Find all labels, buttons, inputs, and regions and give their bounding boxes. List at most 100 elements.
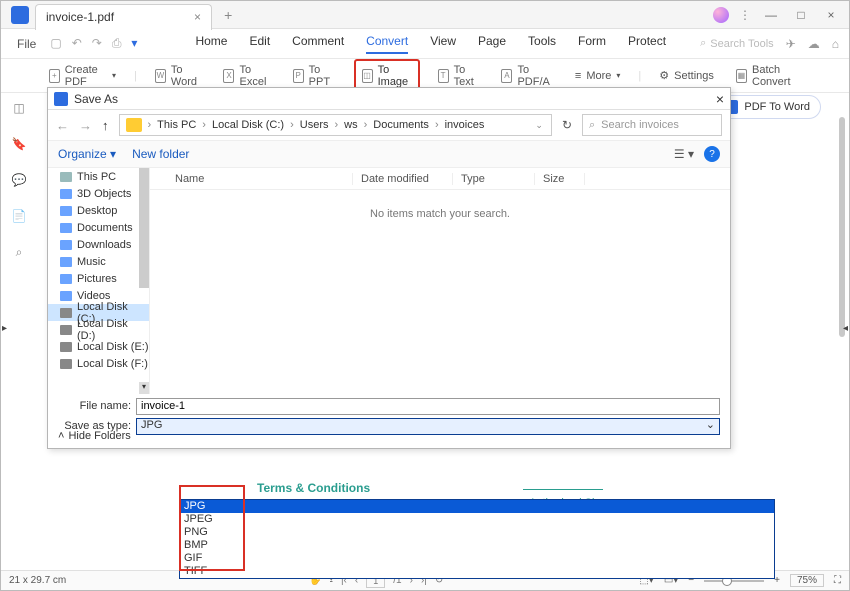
expand-right-icon[interactable]: ◂ (843, 323, 848, 334)
forward-button[interactable]: → (79, 118, 92, 133)
zoom-value[interactable]: 75% (790, 574, 824, 587)
option-bmp[interactable]: BMP (180, 539, 774, 552)
save-type-dropdown[interactable]: JPG JPEG PNG BMP GIF TIFF (179, 499, 775, 579)
tree-pictures[interactable]: Pictures (48, 270, 149, 287)
comment-panel-icon[interactable]: 💬 (12, 173, 27, 187)
tab-tools[interactable]: Tools (528, 34, 556, 54)
menu-row: File ▢ ↶ ↷ ⎙ ▾ Home Edit Comment Convert… (1, 29, 849, 59)
tree-this-pc[interactable]: This PC (48, 168, 149, 185)
tree-downloads[interactable]: Downloads (48, 236, 149, 253)
dropdown-icon[interactable]: ▾ (131, 36, 137, 51)
cloud-icon[interactable]: ☁ (808, 37, 820, 51)
tab-label: invoice-1.pdf (46, 10, 114, 24)
tree-documents[interactable]: Documents (48, 219, 149, 236)
search-field[interactable]: ⌕ Search invoices (582, 114, 722, 136)
expand-left-icon[interactable]: ▸ (2, 323, 7, 334)
tree-3d-objects[interactable]: 3D Objects (48, 185, 149, 202)
save-type-select[interactable]: JPG (136, 418, 720, 435)
col-name[interactable]: Name (167, 173, 353, 185)
profile-icon[interactable] (713, 7, 729, 23)
option-tiff[interactable]: TIFF (180, 565, 774, 578)
dialog-body: This PC 3D Objects Desktop Documents Dow… (48, 168, 730, 394)
signature-line (523, 489, 603, 490)
to-word-button[interactable]: WTo Word (151, 62, 206, 90)
print-icon[interactable]: ⎙ (112, 36, 122, 51)
document-tab[interactable]: invoice-1.pdf × (35, 4, 212, 30)
quick-tools: ▢ ↶ ↷ ⎙ ▾ (42, 36, 145, 51)
tab-comment[interactable]: Comment (292, 34, 344, 54)
batch-convert-button[interactable]: ▦Batch Convert (732, 62, 809, 90)
file-name-input[interactable] (136, 398, 720, 415)
settings-button[interactable]: ⚙Settings (655, 67, 718, 84)
breadcrumb[interactable]: ›This PC ›Local Disk (C:) ›Users ›ws ›Do… (119, 114, 552, 136)
search-tools[interactable]: ⌕ Search Tools (700, 37, 774, 50)
search-tools-label: Search Tools (710, 38, 773, 50)
send-icon[interactable]: ✈ (786, 37, 796, 51)
save-icon[interactable]: ▢ (50, 36, 61, 51)
tree-scroll-down-icon[interactable]: ▾ (139, 382, 149, 394)
text-icon: T (438, 69, 449, 83)
undo-icon[interactable]: ↶ (72, 36, 82, 51)
tree-music[interactable]: Music (48, 253, 149, 270)
maximize-button[interactable]: □ (791, 5, 811, 25)
tree-drive-d[interactable]: Local Disk (D:) (48, 321, 149, 338)
new-folder-button[interactable]: New folder (132, 147, 189, 161)
option-png[interactable]: PNG (180, 526, 774, 539)
tree-drive-f[interactable]: Local Disk (F:) (48, 355, 149, 372)
help-button[interactable]: ? (704, 146, 720, 162)
fullscreen-icon[interactable]: ⛶ (834, 575, 841, 586)
nav-row: ← → ↑ ›This PC ›Local Disk (C:) ›Users ›… (48, 110, 730, 140)
tab-home[interactable]: Home (195, 34, 227, 54)
dialog-close-button[interactable]: × (716, 91, 724, 107)
zoom-in-button[interactable]: + (774, 575, 780, 586)
to-excel-button[interactable]: XTo Excel (219, 62, 274, 90)
dialog-fields: File name: Save as type: JPG (48, 394, 730, 436)
option-jpeg[interactable]: JPEG (180, 513, 774, 526)
hide-folders-button[interactable]: ˄ Hide Folders (58, 430, 131, 442)
tab-view[interactable]: View (430, 34, 456, 54)
redo-icon[interactable]: ↷ (92, 36, 102, 51)
tab-form[interactable]: Form (578, 34, 606, 54)
gear-icon: ⚙ (659, 69, 669, 82)
vertical-scrollbar[interactable] (839, 117, 847, 568)
up-button[interactable]: ↑ (102, 118, 109, 133)
to-pdfa-button[interactable]: ATo PDF/A (497, 62, 556, 90)
option-jpg[interactable]: JPG (180, 500, 774, 513)
minimize-button[interactable]: — (761, 5, 781, 25)
col-date[interactable]: Date modified (353, 173, 453, 185)
to-text-button[interactable]: TTo Text (434, 62, 484, 90)
bookmark-icon[interactable]: 🔖 (12, 137, 27, 151)
file-menu[interactable]: File (11, 37, 42, 51)
to-ppt-button[interactable]: PTo PPT (289, 62, 340, 90)
titlebar: invoice-1.pdf × + ⋮ — □ × (1, 1, 849, 29)
col-type[interactable]: Type (453, 173, 535, 185)
close-window-button[interactable]: × (821, 5, 841, 25)
menu-dots-icon[interactable]: ⋮ (739, 8, 751, 22)
tab-edit[interactable]: Edit (249, 34, 270, 54)
new-tab-button[interactable]: + (224, 7, 232, 23)
attachment-icon[interactable]: 📄 (12, 209, 27, 223)
tab-page[interactable]: Page (478, 34, 506, 54)
tab-close-icon[interactable]: × (194, 10, 201, 24)
tree-drive-e[interactable]: Local Disk (E:) (48, 338, 149, 355)
option-gif[interactable]: GIF (180, 552, 774, 565)
more-button[interactable]: ≡More▾ (571, 68, 625, 84)
tab-protect[interactable]: Protect (628, 34, 666, 54)
breadcrumb-dropdown-icon[interactable]: ⌄ (535, 120, 543, 131)
scroll-thumb[interactable] (839, 117, 845, 337)
search-panel-icon[interactable]: ⌕ (16, 245, 23, 260)
tab-convert[interactable]: Convert (366, 34, 408, 54)
organize-button[interactable]: Organize ▾ (58, 147, 116, 161)
folder-tree[interactable]: This PC 3D Objects Desktop Documents Dow… (48, 168, 150, 394)
create-pdf-button[interactable]: +Create PDF▾ (45, 62, 120, 90)
home-icon[interactable]: ⌂ (832, 37, 839, 51)
refresh-button[interactable]: ↻ (562, 118, 572, 132)
zoom-slider[interactable] (704, 580, 764, 582)
tree-scrollbar[interactable] (139, 168, 149, 288)
file-list: Name Date modified Type Size No items ma… (150, 168, 730, 394)
back-button[interactable]: ← (56, 118, 69, 133)
thumbnail-icon[interactable]: ◫ (13, 101, 24, 115)
col-size[interactable]: Size (535, 173, 585, 185)
view-button[interactable]: ☰ ▾ (674, 147, 694, 161)
tree-desktop[interactable]: Desktop (48, 202, 149, 219)
